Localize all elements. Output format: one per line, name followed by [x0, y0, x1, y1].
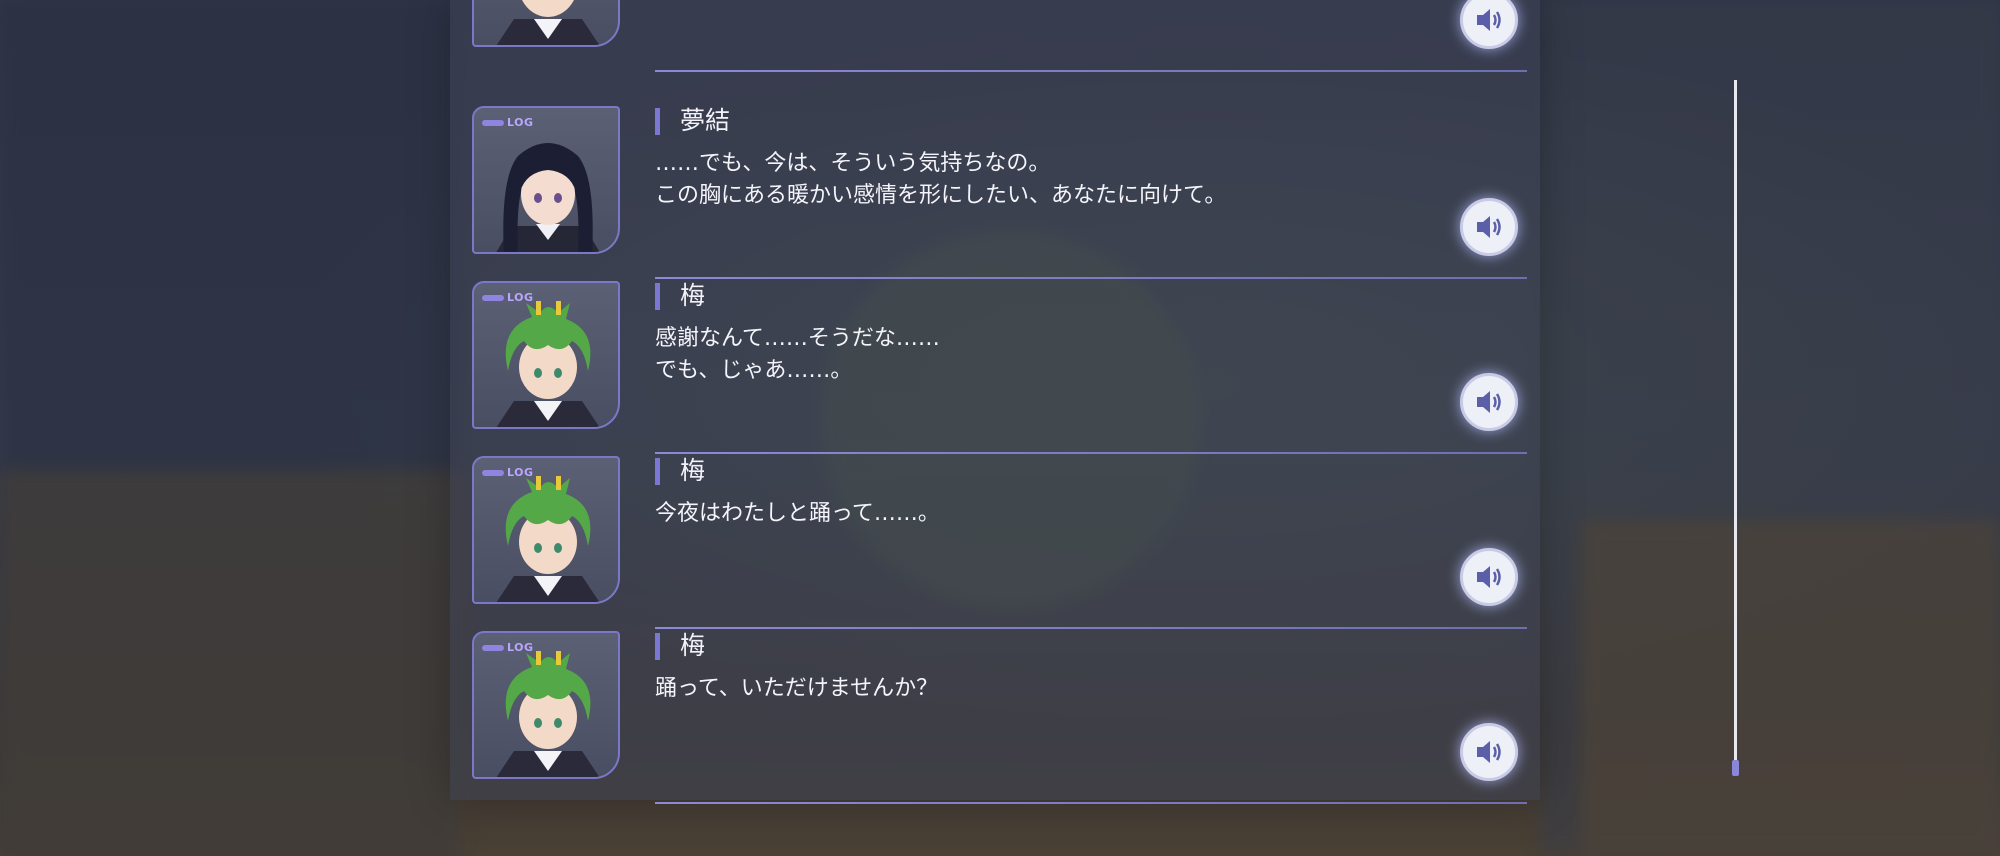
- log-entry-1: LOG 夢結 ……でも、今は、そういう気持ちなの。 この胸にある暖かい感情を形に…: [472, 106, 1527, 279]
- speaker-icon: [1477, 566, 1501, 588]
- name-accent-bar: [655, 633, 660, 660]
- dialogue-line: 感謝なんて……そうだな……: [655, 326, 940, 351]
- log-tag: LOG: [482, 291, 534, 304]
- dialogue-line: 今夜はわたしと踊って……。: [655, 501, 940, 526]
- speaker-name: 夢結: [680, 106, 731, 135]
- speaker-icon: [1477, 391, 1501, 413]
- character-portrait[interactable]: LOG: [472, 106, 620, 254]
- log-tag: LOG: [482, 116, 534, 129]
- voice-replay-button[interactable]: [1460, 723, 1518, 781]
- yuyu-portrait-icon: [496, 143, 600, 252]
- character-portrait[interactable]: LOG: [472, 631, 620, 779]
- entry-separator: [655, 277, 1527, 279]
- speaker-name: 梅: [680, 281, 706, 310]
- entry-separator: [655, 70, 1527, 72]
- log-tag: LOG: [482, 466, 534, 479]
- voice-replay-button[interactable]: [1460, 548, 1518, 606]
- log-tag: LOG: [482, 641, 534, 654]
- speaker-name: 梅: [680, 631, 706, 660]
- name-accent-bar: [655, 108, 660, 135]
- voice-replay-button[interactable]: [1460, 373, 1518, 431]
- scrollbar-thumb[interactable]: [1732, 760, 1739, 776]
- log-entry-2: LOG 梅 感謝なんて……そうだな…… でも、じゃあ……。: [472, 281, 1527, 454]
- dialogue-line: ……でも、今は、そういう気持ちなの。: [655, 151, 1051, 176]
- dialogue-line: この胸にある暖かい感情を形にしたい、あなたに向けて。: [655, 183, 1227, 208]
- scrollbar-track[interactable]: [1734, 80, 1737, 770]
- voice-replay-button[interactable]: [1460, 0, 1518, 49]
- character-portrait[interactable]: LOG: [472, 281, 620, 429]
- dialogue-line: 踊って、いただけませんか？: [655, 676, 939, 701]
- ume-portrait-icon: [496, 476, 600, 602]
- log-entry-0: [472, 0, 1527, 72]
- entry-separator: [655, 802, 1527, 804]
- ume-portrait-icon: [496, 651, 600, 777]
- name-accent-bar: [655, 283, 660, 310]
- entry-separator: [655, 627, 1527, 629]
- speaker-name: 梅: [680, 456, 706, 485]
- speaker-icon: [1477, 216, 1501, 238]
- log-entry-3: LOG 梅 今夜はわたしと踊って……。: [472, 456, 1527, 629]
- entry-separator: [655, 452, 1527, 454]
- speaker-icon: [1477, 741, 1501, 763]
- character-portrait: [472, 0, 620, 47]
- dialogue-line: でも、じゃあ……。: [655, 358, 853, 383]
- name-accent-bar: [655, 458, 660, 485]
- speaker-icon: [1477, 9, 1501, 31]
- voice-replay-button[interactable]: [1460, 198, 1518, 256]
- ume-portrait-icon: [496, 0, 600, 45]
- character-portrait[interactable]: LOG: [472, 456, 620, 604]
- log-entry-4: LOG 梅 踊って、いただけませんか？: [472, 631, 1527, 804]
- ume-portrait-icon: [496, 301, 600, 427]
